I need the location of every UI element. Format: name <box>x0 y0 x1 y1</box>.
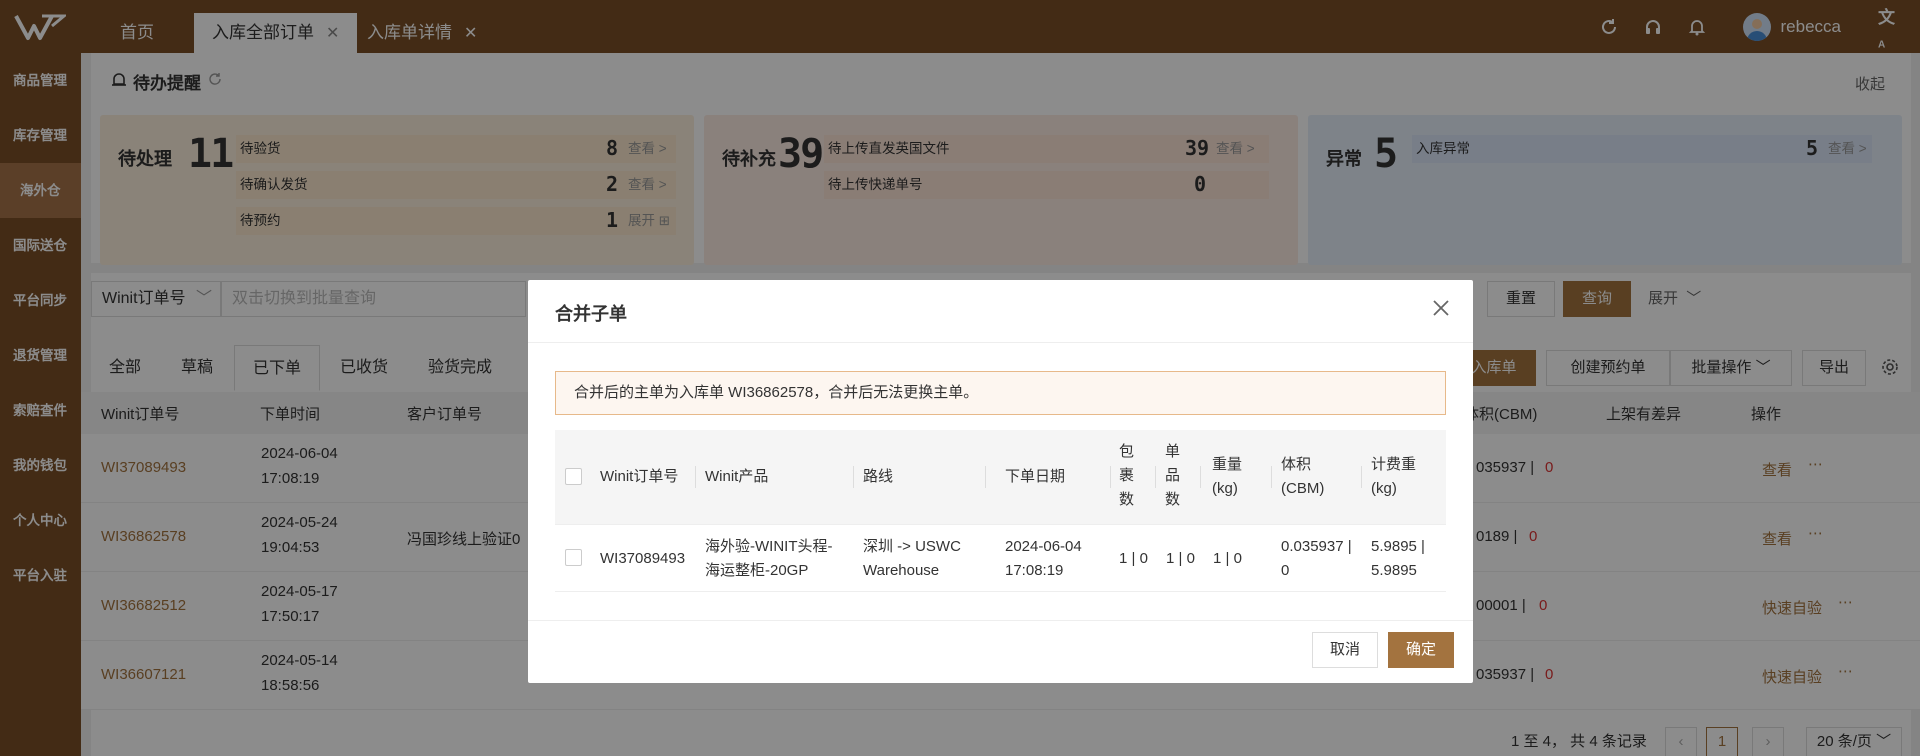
column-header: 重量 (kg) <box>1212 453 1242 501</box>
header-line: 单 <box>1165 443 1181 460</box>
header-line: 重量 <box>1212 456 1243 473</box>
volume-cell: 0.035937 | 0 <box>1281 535 1352 583</box>
order-number: WI37089493 <box>600 550 686 567</box>
volume-line: 0 <box>1281 562 1290 579</box>
dialog-title: 合并子单 <box>555 304 627 324</box>
header-line: 数 <box>1119 491 1135 508</box>
weight-value: 1 | 0 <box>1213 550 1242 567</box>
date-cell: 2024-06-04 17:08:19 <box>1005 535 1082 583</box>
divider <box>528 342 1473 343</box>
product-cell: 海外验-WINIT头程- 海运整柜-20GP <box>705 535 832 583</box>
header-line: (kg) <box>1371 480 1397 497</box>
package-count: 1 | 0 <box>1119 550 1148 567</box>
item-count: 1 | 0 <box>1166 550 1195 567</box>
header-line: 包 <box>1119 443 1135 460</box>
close-icon[interactable] <box>1429 296 1453 320</box>
column-header: 路线 <box>863 468 894 485</box>
volume-line: 0.035937 | <box>1281 538 1352 555</box>
column-header: 体积 (CBM) <box>1281 453 1324 501</box>
row-checkbox[interactable] <box>565 549 582 566</box>
column-header: Winit产品 <box>705 468 769 485</box>
product-line: 海外验-WINIT头程- <box>705 538 833 555</box>
divider <box>528 620 1473 621</box>
product-line: 海运整柜-20GP <box>705 562 809 579</box>
charge-weight-cell: 5.9895 | 5.9895 <box>1371 535 1425 583</box>
select-all-checkbox[interactable] <box>565 468 582 485</box>
header-line: 计费重 <box>1371 456 1417 473</box>
header-line: (kg) <box>1212 480 1238 497</box>
table-row: WI37089493 海外验-WINIT头程- 海运整柜-20GP 深圳 -> … <box>555 524 1446 592</box>
route-line: Warehouse <box>863 562 940 579</box>
header-line: 裹 <box>1119 467 1135 484</box>
cancel-button[interactable]: 取消 <box>1312 632 1378 668</box>
header-line: (CBM) <box>1281 480 1325 497</box>
merge-notice: 合并后的主单为入库单 WI36862578，合并后无法更换主单。 <box>555 371 1446 415</box>
column-header: 单 品 数 <box>1165 440 1180 512</box>
route-line: 深圳 -> USWC <box>863 538 961 555</box>
charge-weight-line: 5.9895 <box>1371 562 1417 579</box>
header-line: 体积 <box>1281 456 1312 473</box>
charge-weight-line: 5.9895 | <box>1371 538 1425 555</box>
date-line: 2024-06-04 <box>1005 538 1082 555</box>
date-line: 17:08:19 <box>1005 562 1064 579</box>
table-header: Winit订单号 Winit产品 路线 下单日期 包 裹 数 单 品 数 重量 … <box>555 430 1446 524</box>
header-line: 数 <box>1165 491 1181 508</box>
column-header: 下单日期 <box>1005 468 1066 485</box>
merge-suborder-dialog: 合并子单 合并后的主单为入库单 WI36862578，合并后无法更换主单。 Wi… <box>528 280 1473 683</box>
column-header: 包 裹 数 <box>1119 440 1134 512</box>
confirm-button[interactable]: 确定 <box>1388 632 1454 668</box>
header-line: 品 <box>1165 467 1181 484</box>
column-header: 计费重 (kg) <box>1371 453 1416 501</box>
route-cell: 深圳 -> USWC Warehouse <box>863 535 961 583</box>
column-header: Winit订单号 <box>600 468 679 485</box>
